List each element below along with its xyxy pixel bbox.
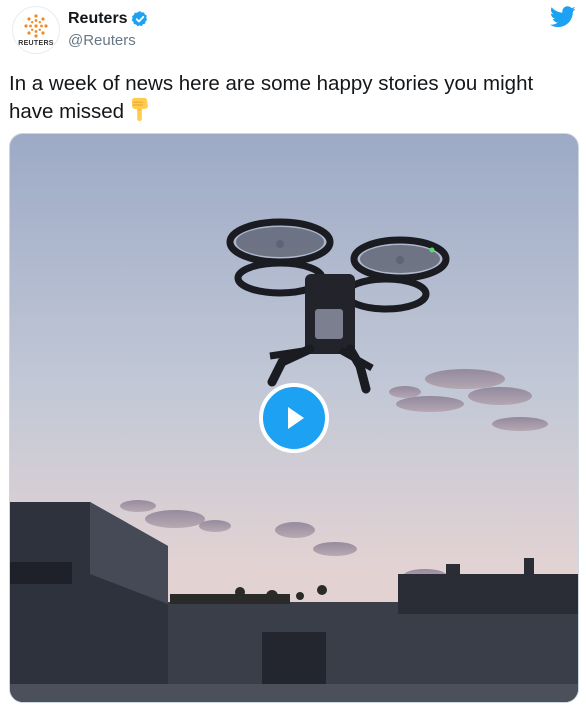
play-button[interactable] [259,383,329,453]
video-player[interactable] [9,133,579,703]
pointing-down-emoji-icon [132,97,149,122]
tweet-text-content: In a week of news here are some happy st… [9,72,534,123]
tweet-text: In a week of news here are some happy st… [9,70,569,125]
twitter-bird-icon[interactable] [550,6,576,28]
play-icon [288,407,304,429]
display-name[interactable]: Reuters [68,10,128,28]
handle[interactable]: @Reuters [68,32,136,49]
author-name-row[interactable]: Reuters [68,10,149,28]
avatar-wordmark: REUTERS [18,40,54,47]
verified-badge-icon [131,11,147,27]
reuters-logo-icon [24,14,48,38]
avatar[interactable]: REUTERS [12,6,60,54]
